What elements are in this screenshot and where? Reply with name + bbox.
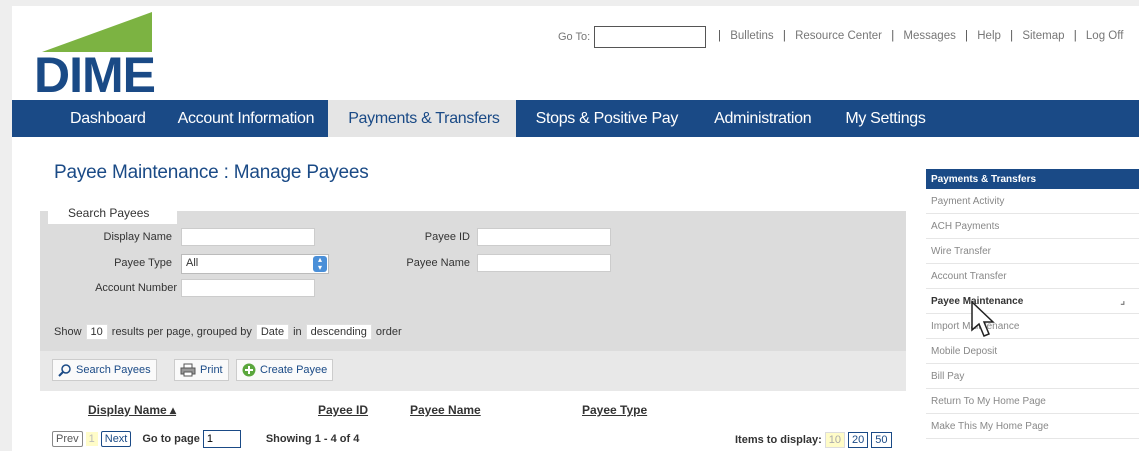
sitemap-link[interactable]: Sitemap bbox=[1022, 30, 1064, 42]
account-number-input[interactable] bbox=[181, 279, 315, 297]
help-link[interactable]: Help bbox=[977, 30, 1001, 42]
logo-text: DIME bbox=[34, 47, 156, 103]
prev-button[interactable]: Prev bbox=[52, 431, 83, 447]
sidebar-item-wire-transfer[interactable]: Wire Transfer bbox=[926, 239, 1139, 264]
search-legend: Search Payees bbox=[48, 201, 178, 224]
order-select[interactable]: descending bbox=[305, 324, 372, 340]
payee-type-select[interactable]: All ▴ ▾ bbox=[181, 254, 329, 274]
action-bar: Search Payees Print Create Payee bbox=[40, 351, 906, 391]
goto-group: Go To: bbox=[558, 26, 707, 48]
results-options: Show 10 results per page, grouped by Dat… bbox=[54, 324, 402, 340]
per-page-select[interactable]: 10 bbox=[85, 324, 108, 340]
items-label: Items to display: bbox=[735, 434, 822, 446]
tab-administration[interactable]: Administration bbox=[692, 100, 825, 137]
goto-page-label: Go to page bbox=[142, 433, 200, 445]
printer-icon bbox=[180, 363, 196, 377]
payee-id-input[interactable] bbox=[477, 228, 611, 246]
group-by-select[interactable]: Date bbox=[255, 324, 290, 340]
search-payees-button[interactable]: Search Payees bbox=[52, 359, 157, 381]
main-nav: Dashboard Account Information Payments &… bbox=[12, 100, 1139, 137]
sidebar-title: Payments & Transfers bbox=[926, 169, 1139, 189]
mouse-pointer-icon bbox=[971, 300, 995, 337]
sidebar-item-mobile-deposit[interactable]: Mobile Deposit bbox=[926, 339, 1139, 364]
resource-center-link[interactable]: Resource Center bbox=[795, 30, 882, 42]
column-payee-id[interactable]: Payee ID bbox=[318, 403, 368, 417]
column-payee-type[interactable]: Payee Type bbox=[582, 403, 647, 417]
sidebar-item-account-transfer[interactable]: Account Transfer bbox=[926, 264, 1139, 289]
log-off-link[interactable]: Log Off bbox=[1086, 30, 1124, 42]
plus-circle-icon bbox=[242, 363, 256, 377]
payee-type-value: All bbox=[186, 257, 199, 269]
column-display-name[interactable]: Display Name ▴ bbox=[88, 403, 176, 417]
search-icon bbox=[58, 364, 71, 377]
sidebar-item-import-maintenance[interactable]: Import Maintenance bbox=[926, 314, 1139, 339]
pager: Prev 1 Next Go to page Showing 1 - 4 of … bbox=[52, 430, 359, 448]
display-name-input[interactable] bbox=[181, 228, 315, 246]
sidebar-item-make-home[interactable]: Make This My Home Page bbox=[926, 414, 1139, 439]
tab-dashboard[interactable]: Dashboard bbox=[12, 100, 160, 137]
tab-stops-positive-pay[interactable]: Stops & Positive Pay bbox=[516, 100, 693, 137]
bulletins-link[interactable]: Bulletins bbox=[730, 30, 773, 42]
search-payees-label: Search Payees bbox=[76, 364, 151, 376]
goto-page-input[interactable] bbox=[202, 430, 241, 448]
page-title: Payee Maintenance : Manage Payees bbox=[54, 162, 369, 183]
payee-id-label: Payee ID bbox=[424, 231, 470, 243]
sidebar: Payments & Transfers Payment Activity AC… bbox=[926, 169, 1139, 439]
items-20-option[interactable]: 20 bbox=[848, 432, 869, 448]
sidebar-item-payment-activity[interactable]: Payment Activity bbox=[926, 189, 1139, 214]
items-10-option[interactable]: 10 bbox=[824, 432, 846, 448]
create-payee-label: Create Payee bbox=[260, 364, 328, 376]
tab-payments-transfers[interactable]: Payments & Transfers bbox=[328, 100, 516, 137]
page-frame: DIME Go To: | Bulletins | Resource Cente… bbox=[12, 6, 1139, 451]
sidebar-item-payee-maintenance[interactable]: Payee Maintenance ⌟ bbox=[926, 289, 1139, 314]
dime-logo[interactable]: DIME bbox=[34, 12, 156, 103]
payee-name-input[interactable] bbox=[477, 254, 611, 272]
payee-name-label: Payee Name bbox=[406, 257, 470, 269]
items-50-option[interactable]: 50 bbox=[871, 432, 892, 448]
in-label: in bbox=[293, 326, 302, 338]
items-to-display: Items to display: 10 20 50 bbox=[735, 432, 892, 448]
sidebar-item-return-home[interactable]: Return To My Home Page bbox=[926, 389, 1139, 414]
show-label: Show bbox=[54, 326, 82, 338]
top-links: | Bulletins | Resource Center | Messages… bbox=[718, 30, 1124, 42]
current-page: 1 bbox=[85, 432, 98, 446]
account-number-label: Account Number bbox=[95, 282, 177, 294]
print-button[interactable]: Print bbox=[174, 359, 229, 381]
messages-link[interactable]: Messages bbox=[903, 30, 955, 42]
tab-my-settings[interactable]: My Settings bbox=[825, 100, 939, 137]
tab-account-information[interactable]: Account Information bbox=[160, 100, 329, 137]
payee-type-label: Payee Type bbox=[114, 257, 172, 269]
print-label: Print bbox=[200, 364, 223, 376]
sidebar-item-bill-pay[interactable]: Bill Pay bbox=[926, 364, 1139, 389]
create-payee-button[interactable]: Create Payee bbox=[236, 359, 334, 381]
chevron-icon: ⌟ bbox=[1120, 296, 1125, 307]
column-payee-name[interactable]: Payee Name bbox=[410, 403, 481, 417]
next-button[interactable]: Next bbox=[100, 431, 132, 447]
goto-input[interactable] bbox=[594, 26, 707, 48]
select-arrows-icon: ▴ ▾ bbox=[313, 256, 327, 272]
showing-count: Showing 1 - 4 of 4 bbox=[265, 433, 360, 445]
order-label: order bbox=[375, 326, 402, 338]
results-text: results per page, grouped by bbox=[111, 326, 252, 338]
display-name-label: Display Name bbox=[103, 231, 172, 243]
goto-label: Go To: bbox=[558, 31, 591, 43]
sidebar-item-ach-payments[interactable]: ACH Payments bbox=[926, 214, 1139, 239]
